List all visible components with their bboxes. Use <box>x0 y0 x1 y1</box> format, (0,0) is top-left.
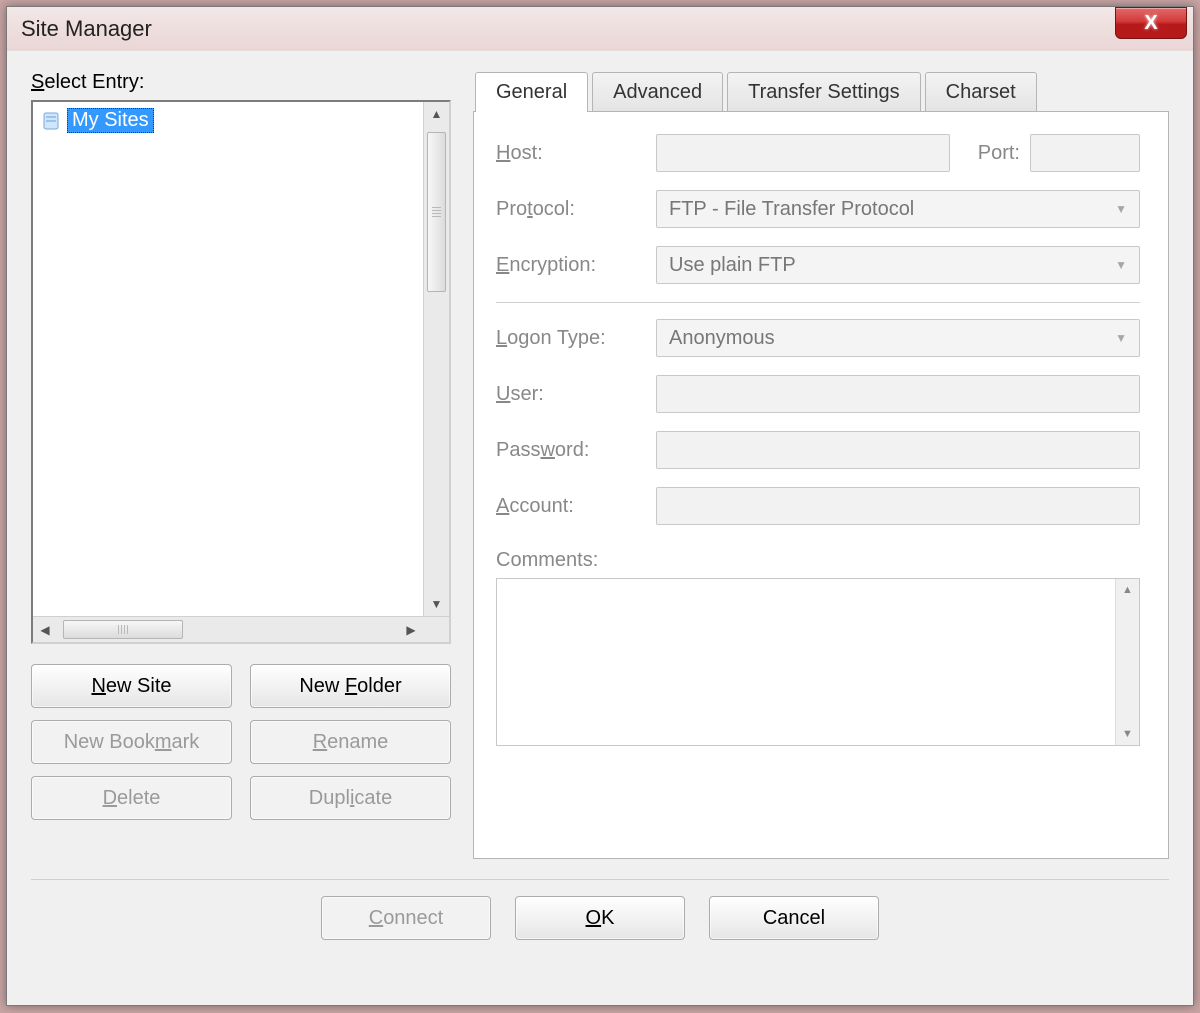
tree-vertical-scrollbar[interactable]: ▲ ▼ <box>423 102 449 616</box>
host-port-row: Host: Port: <box>496 134 1140 172</box>
separator <box>496 302 1140 303</box>
folder-icon <box>41 110 63 132</box>
tab-panel-general: Host: Port: Protocol: FTP - File Transfe… <box>473 111 1169 859</box>
new-site-button[interactable]: New Site <box>31 664 232 708</box>
encryption-label: Encryption: <box>496 254 646 277</box>
new-folder-button[interactable]: New Folder <box>250 664 451 708</box>
tab-transfer-settings[interactable]: Transfer Settings <box>727 72 921 112</box>
tree-root-label: My Sites <box>67 108 154 133</box>
password-input[interactable] <box>656 431 1140 469</box>
encryption-dropdown[interactable]: Use plain FTP ▼ <box>656 246 1140 284</box>
user-label: User: <box>496 383 646 406</box>
encryption-row: Encryption: Use plain FTP ▼ <box>496 246 1140 284</box>
right-panel: General Advanced Transfer Settings Chars… <box>473 71 1169 859</box>
protocol-dropdown[interactable]: FTP - File Transfer Protocol ▼ <box>656 190 1140 228</box>
scroll-corner <box>423 617 449 642</box>
scroll-down-icon[interactable]: ▼ <box>1116 723 1139 745</box>
account-input[interactable] <box>656 487 1140 525</box>
account-label: Account: <box>496 495 646 518</box>
scroll-up-icon[interactable]: ▲ <box>424 102 449 126</box>
footer-separator <box>31 879 1169 880</box>
host-input[interactable] <box>656 134 950 172</box>
port-label: Port: <box>960 142 1020 165</box>
tab-charset[interactable]: Charset <box>925 72 1037 112</box>
protocol-value: FTP - File Transfer Protocol <box>669 198 914 221</box>
tree-content[interactable]: My Sites ▲ ▼ ◀ ▶ <box>33 102 449 642</box>
logon-type-dropdown[interactable]: Anonymous ▼ <box>656 319 1140 357</box>
new-bookmark-button[interactable]: New Bookmark <box>31 720 232 764</box>
user-row: User: <box>496 375 1140 413</box>
chevron-down-icon: ▼ <box>1115 258 1127 272</box>
scroll-right-icon[interactable]: ▶ <box>399 617 423 642</box>
logon-type-label: Logon Type: <box>496 327 646 350</box>
titlebar[interactable]: Site Manager X <box>7 7 1193 51</box>
ok-button[interactable]: OK <box>515 896 685 940</box>
host-label: Host: <box>496 142 646 165</box>
site-manager-window: Site Manager X Select Entry: <box>6 6 1194 1006</box>
main-area: Select Entry: My Sites <box>31 71 1169 859</box>
tree-horizontal-scrollbar[interactable]: ◀ ▶ <box>33 616 449 642</box>
scroll-thumb-horizontal[interactable] <box>63 620 183 639</box>
port-input[interactable] <box>1030 134 1140 172</box>
tree-root-item[interactable]: My Sites <box>41 108 154 133</box>
account-row: Account: <box>496 487 1140 525</box>
connect-button[interactable]: Connect <box>321 896 491 940</box>
tab-bar: General Advanced Transfer Settings Chars… <box>475 71 1169 111</box>
encryption-value: Use plain FTP <box>669 254 796 277</box>
user-input[interactable] <box>656 375 1140 413</box>
footer-buttons: Connect OK Cancel <box>31 896 1169 940</box>
comments-textarea[interactable]: ▲ ▼ <box>496 578 1140 746</box>
protocol-label: Protocol: <box>496 198 646 221</box>
scroll-up-icon[interactable]: ▲ <box>1116 579 1139 601</box>
password-label: Password: <box>496 439 646 462</box>
logon-type-value: Anonymous <box>669 327 775 350</box>
password-row: Password: <box>496 431 1140 469</box>
scroll-left-icon[interactable]: ◀ <box>33 617 57 642</box>
close-icon: X <box>1144 12 1157 35</box>
comments-scrollbar[interactable]: ▲ ▼ <box>1115 579 1139 745</box>
duplicate-button[interactable]: Duplicate <box>250 776 451 820</box>
chevron-down-icon: ▼ <box>1115 331 1127 345</box>
entry-tree[interactable]: My Sites ▲ ▼ ◀ ▶ <box>31 100 451 644</box>
chevron-down-icon: ▼ <box>1115 202 1127 216</box>
left-panel: Select Entry: My Sites <box>31 71 451 859</box>
select-entry-label: Select Entry: <box>31 71 451 94</box>
tab-advanced[interactable]: Advanced <box>592 72 723 112</box>
close-button[interactable]: X <box>1115 7 1187 39</box>
rename-button[interactable]: Rename <box>250 720 451 764</box>
delete-button[interactable]: Delete <box>31 776 232 820</box>
cancel-button[interactable]: Cancel <box>709 896 879 940</box>
logon-row: Logon Type: Anonymous ▼ <box>496 319 1140 357</box>
scroll-down-icon[interactable]: ▼ <box>424 592 449 616</box>
entry-buttons: New Site New Folder New Bookmark Rename … <box>31 664 451 820</box>
scroll-thumb-vertical[interactable] <box>427 132 446 292</box>
protocol-row: Protocol: FTP - File Transfer Protocol ▼ <box>496 190 1140 228</box>
tab-general[interactable]: General <box>475 72 588 112</box>
window-body: Select Entry: My Sites <box>7 51 1193 1005</box>
comments-label: Comments: <box>496 549 1140 572</box>
window-title: Site Manager <box>21 16 152 42</box>
